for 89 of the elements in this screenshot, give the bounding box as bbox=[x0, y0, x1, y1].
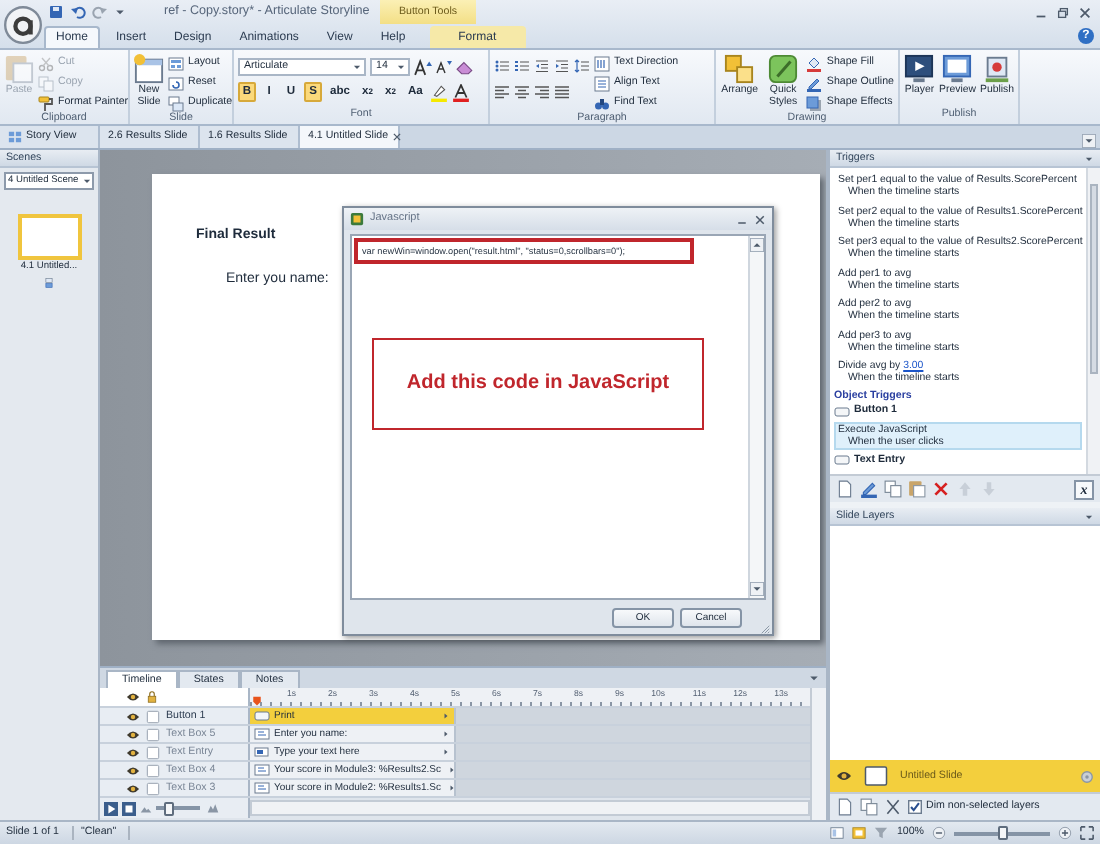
caret-icon[interactable] bbox=[808, 672, 820, 684]
scissors-icon bbox=[38, 55, 54, 71]
horizontal-scrollbar[interactable] bbox=[250, 800, 810, 816]
undo-icon[interactable] bbox=[70, 4, 86, 20]
close-icon[interactable] bbox=[392, 132, 403, 142]
scroll-down-icon[interactable] bbox=[750, 582, 764, 596]
grow-font-icon[interactable] bbox=[414, 57, 432, 75]
outdent-icon[interactable] bbox=[534, 58, 550, 74]
eye-icon[interactable] bbox=[836, 768, 852, 784]
copy-icon[interactable] bbox=[884, 480, 902, 498]
small-mountain-icon bbox=[140, 802, 152, 814]
text-box-icon bbox=[254, 726, 270, 742]
line-spacing-icon[interactable] bbox=[574, 58, 590, 74]
binoculars-icon bbox=[594, 95, 610, 111]
brush-square-icon bbox=[768, 54, 799, 84]
scroll-down-icon[interactable] bbox=[1082, 134, 1096, 148]
text-lines-icon bbox=[594, 55, 610, 71]
highlighter-icon[interactable] bbox=[430, 83, 449, 101]
grid-icon bbox=[8, 130, 22, 144]
caret-icon[interactable] bbox=[352, 61, 362, 71]
eye-icon[interactable] bbox=[126, 727, 140, 741]
callout-note: Add this code in JavaScript bbox=[372, 338, 704, 430]
plus-circle-icon[interactable] bbox=[1058, 826, 1072, 840]
numbered-list-icon[interactable] bbox=[514, 58, 530, 74]
eye-icon[interactable] bbox=[126, 781, 140, 795]
shrink-font-icon[interactable] bbox=[436, 58, 452, 74]
caret-icon[interactable] bbox=[82, 176, 92, 186]
lock-icon[interactable] bbox=[146, 690, 158, 704]
checkbox[interactable] bbox=[908, 800, 922, 814]
slider-thumb[interactable] bbox=[164, 801, 175, 815]
rounded-rect-icon bbox=[254, 708, 270, 724]
delete-icon[interactable] bbox=[932, 480, 950, 498]
copy-icon bbox=[38, 75, 54, 91]
vertical-scrollbar[interactable] bbox=[1086, 168, 1100, 474]
caret-icon[interactable] bbox=[1084, 511, 1094, 521]
vertical-scrollbar[interactable] bbox=[810, 688, 826, 820]
eye-icon[interactable] bbox=[126, 690, 140, 704]
bullets-icon[interactable] bbox=[494, 58, 510, 74]
resize-grip-icon[interactable] bbox=[758, 622, 770, 634]
slides-stack-icon bbox=[44, 275, 54, 290]
align-lines-icon bbox=[594, 75, 610, 91]
align-center-icon[interactable] bbox=[514, 84, 530, 100]
play-icon[interactable] bbox=[104, 801, 118, 815]
paint-bucket-icon bbox=[806, 55, 823, 71]
x-mark-icon[interactable] bbox=[884, 798, 902, 816]
layout-icon bbox=[168, 55, 184, 71]
slide-icon bbox=[134, 54, 164, 84]
minus-circle-icon[interactable] bbox=[932, 826, 946, 840]
fit-window-icon[interactable] bbox=[1080, 826, 1094, 840]
paintbrush-icon bbox=[38, 95, 54, 111]
save-icon[interactable] bbox=[48, 4, 64, 20]
page-icon[interactable] bbox=[836, 798, 854, 816]
normal-view-icon[interactable] bbox=[830, 826, 845, 840]
indent-icon[interactable] bbox=[554, 58, 570, 74]
stop-icon[interactable] bbox=[122, 801, 136, 815]
duplicate-icon bbox=[168, 95, 184, 111]
copy-icon[interactable] bbox=[860, 798, 878, 816]
slide-thumbnail[interactable] bbox=[17, 214, 81, 260]
align-left-icon[interactable] bbox=[494, 84, 510, 100]
slider-thumb[interactable] bbox=[997, 826, 1007, 840]
shadowed-square-icon bbox=[806, 95, 823, 111]
dialog-app-icon bbox=[350, 212, 364, 226]
close-icon[interactable] bbox=[1078, 5, 1092, 19]
pencil-icon[interactable] bbox=[860, 480, 878, 498]
monitor-icon bbox=[904, 54, 935, 84]
caret-icon[interactable] bbox=[396, 61, 406, 71]
computer-icon bbox=[981, 54, 1012, 84]
clipboard-icon[interactable] bbox=[908, 480, 926, 498]
eye-icon[interactable] bbox=[126, 709, 140, 723]
slide-view-icon[interactable] bbox=[852, 826, 867, 840]
page-icon[interactable] bbox=[836, 480, 854, 498]
text-entry-icon bbox=[254, 744, 270, 760]
arrange-icon bbox=[724, 54, 755, 84]
screen-icon bbox=[942, 54, 973, 84]
justify-icon[interactable] bbox=[554, 84, 570, 100]
reset-icon bbox=[168, 75, 184, 91]
close-icon[interactable] bbox=[754, 213, 766, 225]
scroll-up-icon[interactable] bbox=[750, 238, 764, 252]
eye-icon[interactable] bbox=[126, 745, 140, 759]
large-mountain-icon bbox=[204, 802, 222, 814]
align-right-icon[interactable] bbox=[534, 84, 550, 100]
app-logo-icon[interactable] bbox=[3, 5, 41, 43]
restore-icon[interactable] bbox=[1056, 5, 1070, 19]
clipboard-icon bbox=[4, 54, 34, 84]
eye-icon[interactable] bbox=[126, 763, 140, 777]
caret-icon[interactable] bbox=[114, 6, 126, 18]
font-color-icon[interactable] bbox=[452, 83, 471, 101]
slide-thumbnail-icon bbox=[862, 764, 890, 788]
pencil-icon bbox=[806, 75, 823, 91]
